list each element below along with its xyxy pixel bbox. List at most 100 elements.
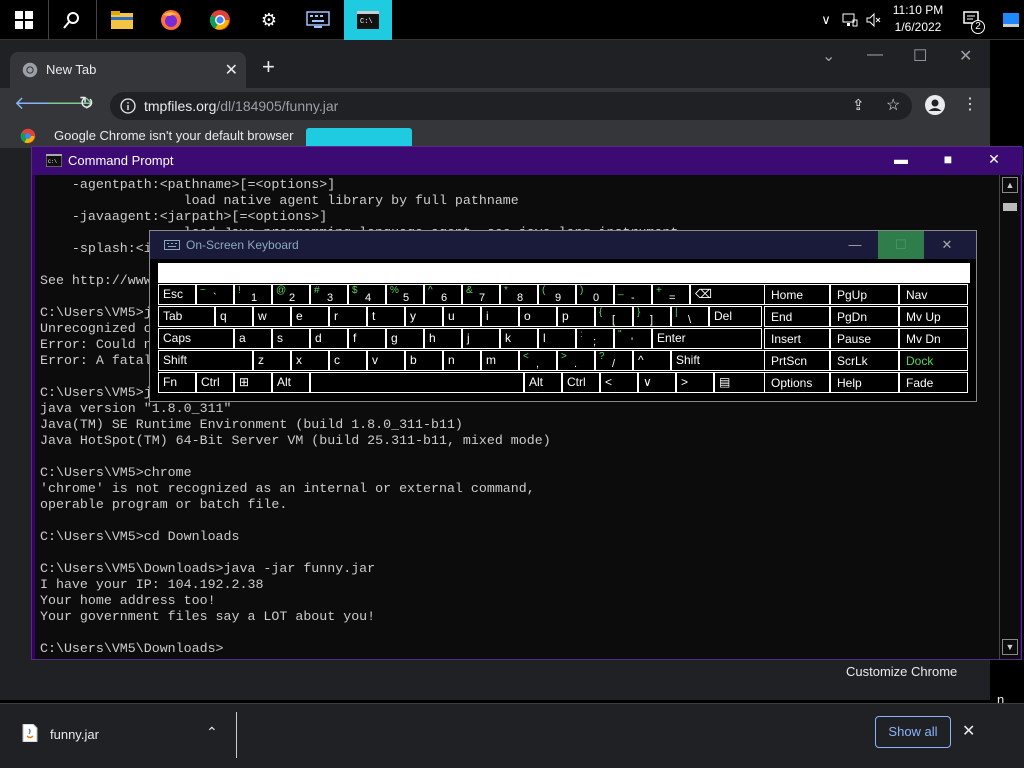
- osk-key-r0-k13[interactable]: + =: [652, 284, 690, 305]
- reload-button[interactable]: ↻: [79, 93, 94, 114]
- osk-key-r3-k5[interactable]: b: [405, 350, 443, 371]
- osk-key-r1-k13[interactable]: | \: [671, 306, 709, 327]
- osk-taskbar-button[interactable]: [294, 0, 342, 40]
- osk-key-r1-k7[interactable]: u: [443, 306, 481, 327]
- close-download-shelf-icon[interactable]: ✕: [962, 721, 975, 741]
- osk-key-r2-k8[interactable]: k: [500, 328, 538, 349]
- osk-key-r2-k9[interactable]: l: [538, 328, 576, 349]
- osk-maximize-icon[interactable]: ☐: [878, 231, 924, 259]
- on-screen-keyboard[interactable]: On-Screen Keyboard — ☐ ✕ Esc ~ `! 1 @2 #3 $4% 5…: [149, 230, 977, 402]
- osk-nav-key-mv-up[interactable]: Mv Up: [899, 306, 968, 327]
- scroll-down-icon[interactable]: ▼: [1002, 639, 1018, 655]
- osk-nav-key-end[interactable]: End: [764, 306, 830, 327]
- profile-icon[interactable]: [925, 95, 945, 115]
- settings-button[interactable]: ⚙: [245, 0, 293, 40]
- show-desktop-button[interactable]: [998, 0, 1024, 40]
- osk-key-r0-k3[interactable]: @2: [272, 284, 310, 305]
- osk-key-r1-k3[interactable]: e: [291, 306, 329, 327]
- osk-key-r3-k11[interactable]: ^: [633, 350, 671, 371]
- tab-new-tab[interactable]: New Tab ✕: [10, 52, 246, 88]
- osk-key-r0-k7[interactable]: ^ 6: [424, 284, 462, 305]
- customize-chrome-button[interactable]: Customize Chrome: [846, 664, 957, 679]
- osk-key-r0-k0[interactable]: Esc: [158, 284, 196, 305]
- osk-close-icon[interactable]: ✕: [924, 231, 970, 259]
- osk-key-r2-k11[interactable]: " ': [614, 328, 652, 349]
- close-window-icon[interactable]: ✕: [959, 46, 972, 66]
- osk-key-r1-k5[interactable]: t: [367, 306, 405, 327]
- tab-search-icon[interactable]: ⌄: [822, 46, 835, 66]
- osk-key-r4-k8[interactable]: ∨: [638, 372, 676, 393]
- osk-nav-key-scrlk[interactable]: ScrLk: [830, 350, 899, 371]
- cmd-titlebar[interactable]: C:\ Command Prompt ▬ ■ ✕: [32, 147, 1023, 175]
- osk-key-r4-k7[interactable]: <: [600, 372, 638, 393]
- osk-key-r1-k6[interactable]: y: [405, 306, 443, 327]
- scroll-up-icon[interactable]: ▲: [1002, 177, 1018, 193]
- maximize-icon[interactable]: ☐: [913, 46, 927, 66]
- osk-key-r4-k0[interactable]: Fn: [158, 372, 196, 393]
- osk-key-r1-k14[interactable]: Del: [709, 306, 762, 327]
- osk-key-r3-k2[interactable]: x: [291, 350, 329, 371]
- tray-overflow-button[interactable]: ∨: [814, 0, 838, 40]
- osk-minimize-icon[interactable]: —: [832, 231, 878, 259]
- osk-nav-key-pause[interactable]: Pause: [830, 328, 899, 349]
- chevron-up-icon[interactable]: ⌃: [206, 724, 218, 741]
- osk-key-r0-k6[interactable]: % 5: [386, 284, 424, 305]
- download-item[interactable]: funny.jar ⌃: [16, 718, 236, 750]
- osk-key-r4-k4[interactable]: [310, 372, 524, 393]
- cmd-minimize-icon[interactable]: ▬: [878, 151, 924, 173]
- cmd-taskbar-button[interactable]: C:\: [344, 0, 392, 40]
- osk-key-r0-k11[interactable]: ) 0: [576, 284, 614, 305]
- volume-button[interactable]: [862, 0, 884, 40]
- osk-key-r2-k5[interactable]: g: [386, 328, 424, 349]
- cmd-scrollbar[interactable]: ▲ ▼: [999, 175, 1020, 659]
- osk-key-r2-k12[interactable]: Enter: [652, 328, 762, 349]
- search-button[interactable]: [48, 0, 96, 40]
- scroll-thumb[interactable]: [1003, 203, 1017, 211]
- osk-key-r0-k5[interactable]: $4: [348, 284, 386, 305]
- osk-key-r0-k9[interactable]: * 8: [500, 284, 538, 305]
- osk-key-r0-k12[interactable]: _ -: [614, 284, 652, 305]
- osk-key-r3-k9[interactable]: >.: [557, 350, 595, 371]
- osk-key-r0-k1[interactable]: ~ `: [196, 284, 234, 305]
- osk-key-r1-k1[interactable]: q: [215, 306, 253, 327]
- start-button[interactable]: [0, 0, 48, 40]
- osk-key-r0-k2[interactable]: ! 1: [234, 284, 272, 305]
- command-prompt-window[interactable]: C:\ Command Prompt ▬ ■ ✕ -agentpath:<pat…: [31, 146, 1023, 660]
- osk-key-r3-k4[interactable]: v: [367, 350, 405, 371]
- osk-key-r3-k1[interactable]: z: [253, 350, 291, 371]
- close-tab-icon[interactable]: ✕: [225, 60, 238, 80]
- osk-key-r4-k6[interactable]: Ctrl: [562, 372, 600, 393]
- minimize-icon[interactable]: —: [867, 46, 883, 64]
- osk-key-r1-k9[interactable]: o: [519, 306, 557, 327]
- osk-key-r1-k0[interactable]: Tab: [158, 306, 215, 327]
- osk-nav-key-prtscn[interactable]: PrtScn: [764, 350, 830, 371]
- osk-nav-key-pgdn[interactable]: PgDn: [830, 306, 899, 327]
- osk-key-r2-k3[interactable]: d: [310, 328, 348, 349]
- osk-key-r4-k2[interactable]: ⊞: [234, 372, 272, 393]
- osk-key-r4-k5[interactable]: Alt: [524, 372, 562, 393]
- show-all-button[interactable]: Show all: [875, 716, 951, 748]
- cmd-close-icon[interactable]: ✕: [971, 151, 1017, 173]
- osk-key-r4-k1[interactable]: Ctrl: [196, 372, 234, 393]
- osk-key-r4-k3[interactable]: Alt: [272, 372, 310, 393]
- notifications-button[interactable]: 2: [956, 0, 986, 40]
- new-tab-button[interactable]: +: [262, 56, 275, 78]
- bookmark-star-icon[interactable]: ☆: [886, 95, 900, 115]
- osk-key-r1-k11[interactable]: {[: [595, 306, 633, 327]
- chrome-taskbar-button[interactable]: [196, 0, 244, 40]
- osk-nav-key-fade[interactable]: Fade: [899, 372, 968, 393]
- firefox-button[interactable]: [147, 0, 195, 40]
- osk-key-r3-k3[interactable]: c: [329, 350, 367, 371]
- osk-key-r3-k0[interactable]: Shift: [158, 350, 253, 371]
- clock[interactable]: 11:10 PM 1/6/2022: [884, 2, 952, 38]
- osk-key-r3-k10[interactable]: ? /: [595, 350, 633, 371]
- network-button[interactable]: [838, 0, 862, 40]
- osk-key-r0-k8[interactable]: & 7: [462, 284, 500, 305]
- osk-key-r0-k4[interactable]: #3: [310, 284, 348, 305]
- osk-key-r0-k10[interactable]: (9: [538, 284, 576, 305]
- osk-nav-key-home[interactable]: Home: [764, 284, 830, 305]
- osk-key-r1-k4[interactable]: r: [329, 306, 367, 327]
- osk-key-r2-k10[interactable]: :;: [576, 328, 614, 349]
- osk-key-r2-k2[interactable]: s: [272, 328, 310, 349]
- osk-key-r2-k1[interactable]: a: [234, 328, 272, 349]
